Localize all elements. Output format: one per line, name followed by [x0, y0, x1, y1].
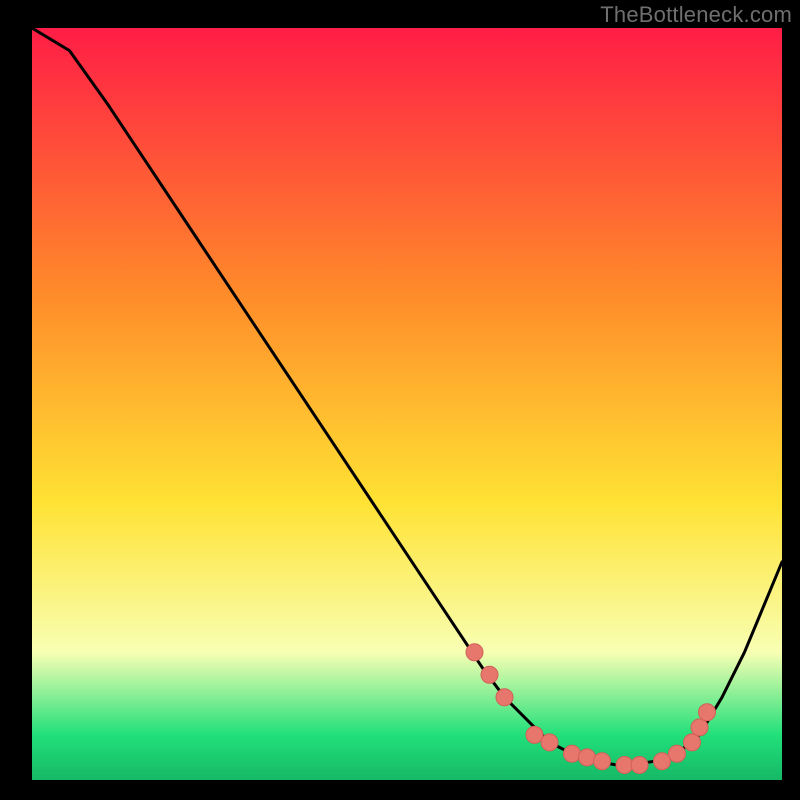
data-point: [631, 757, 648, 774]
gradient-background: [32, 28, 782, 780]
data-point: [699, 704, 716, 721]
data-point: [691, 719, 708, 736]
data-point: [526, 726, 543, 743]
data-point: [466, 644, 483, 661]
data-point: [616, 757, 633, 774]
data-point: [594, 753, 611, 770]
chart-stage: TheBottleneck.com: [0, 0, 800, 800]
plot-area: [32, 28, 782, 780]
data-point: [564, 745, 581, 762]
chart-svg: [32, 28, 782, 780]
data-point: [579, 749, 596, 766]
watermark-text: TheBottleneck.com: [600, 2, 792, 28]
data-point: [496, 689, 513, 706]
data-point: [481, 666, 498, 683]
data-point: [654, 753, 671, 770]
data-point: [669, 745, 686, 762]
data-point: [684, 734, 701, 751]
data-point: [541, 734, 558, 751]
